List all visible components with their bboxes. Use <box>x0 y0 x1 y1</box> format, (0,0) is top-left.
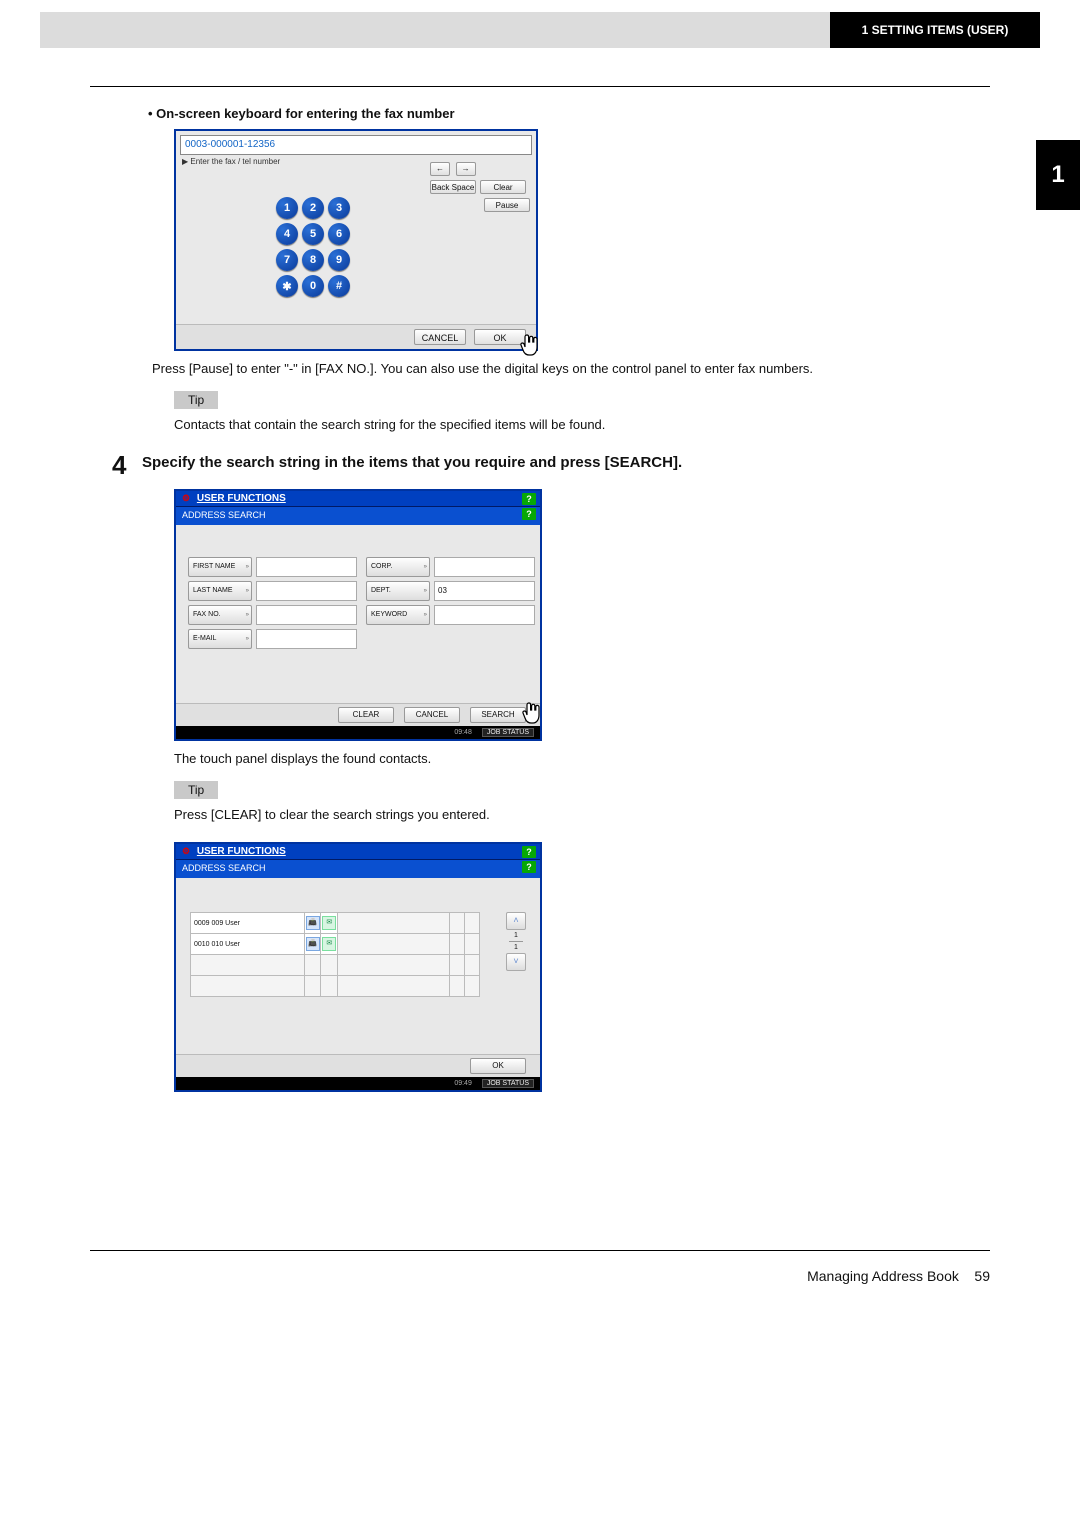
backspace-button[interactable]: Back Space <box>430 180 476 194</box>
key-7[interactable]: 7 <box>276 249 298 271</box>
table-row[interactable]: 0009 009 User 📠 ✉ <box>191 913 480 934</box>
key-0[interactable]: 0 <box>302 275 324 297</box>
first-name-input[interactable] <box>256 557 357 577</box>
last-name-input[interactable] <box>256 581 357 601</box>
address-results-panel: ⚙ USER FUNCTIONS ? ADDRESS SEARCH ? 0009… <box>174 842 542 1092</box>
mail-icon[interactable]: ✉ <box>322 937 336 951</box>
row-name: 010 User <box>212 941 240 948</box>
job-status-button[interactable]: JOB STATUS <box>482 1079 534 1088</box>
help-icon-inner[interactable]: ? <box>522 508 536 520</box>
tab-address-search: ADDRESS SEARCH <box>182 863 266 873</box>
header-chapter: 1 SETTING ITEMS (USER) <box>830 12 1040 48</box>
dept-field[interactable]: DEPT.» <box>366 581 430 601</box>
results-tabbar: ADDRESS SEARCH ? <box>176 860 540 878</box>
key-star[interactable]: ✱ <box>276 275 298 297</box>
keypad-cancel-button[interactable]: CANCEL <box>414 329 466 345</box>
search-clear-button[interactable]: CLEAR <box>338 707 394 723</box>
key-3[interactable]: 3 <box>328 197 350 219</box>
key-6[interactable]: 6 <box>328 223 350 245</box>
bullet-heading-keyboard: • On-screen keyboard for entering the fa… <box>148 106 990 121</box>
instruction-text: Enter the fax / tel number <box>190 157 280 166</box>
results-table: 0009 009 User 📠 ✉ 0010 010 User 📠 ✉ <box>190 912 480 997</box>
fax-number-display: 0003-000001-12356 <box>180 135 532 155</box>
fax-icon[interactable]: 📠 <box>306 916 320 930</box>
help-icon[interactable]: ? <box>522 493 536 505</box>
keypad-ok-button[interactable]: OK <box>474 329 526 345</box>
first-name-field[interactable]: FIRST NAME» <box>188 557 252 577</box>
page-current: 1 <box>514 932 518 939</box>
tip-text-1: Contacts that contain the search string … <box>174 415 990 435</box>
tip-text-2: Press [CLEAR] to clear the search string… <box>174 805 990 825</box>
triangle-icon: ▶ <box>182 157 188 166</box>
key-5[interactable]: 5 <box>302 223 324 245</box>
key-1[interactable]: 1 <box>276 197 298 219</box>
cursor-left-button[interactable]: ← <box>430 162 450 176</box>
table-row <box>191 976 480 997</box>
search-cancel-button[interactable]: CANCEL <box>404 707 460 723</box>
fax-icon[interactable]: 📠 <box>306 937 320 951</box>
found-contacts-text: The touch panel displays the found conta… <box>174 749 990 769</box>
key-9[interactable]: 9 <box>328 249 350 271</box>
email-input[interactable] <box>256 629 357 649</box>
results-title: USER FUNCTIONS <box>197 846 286 857</box>
tip-label-1: Tip <box>174 391 218 409</box>
table-row <box>191 955 480 976</box>
key-4[interactable]: 4 <box>276 223 298 245</box>
key-hash[interactable]: # <box>328 275 350 297</box>
pause-button[interactable]: Pause <box>484 198 530 212</box>
cursor-right-button[interactable]: → <box>456 162 476 176</box>
footer-text: Managing Address Book <box>807 1268 959 1284</box>
gear-icon: ⚙ <box>182 493 190 503</box>
side-chapter-tab: 1 <box>1036 140 1080 210</box>
numeric-keypad: 1 2 3 4 5 6 7 8 9 ✱ 0 # <box>276 197 352 299</box>
fax-number-keypad-panel: 0003-000001-12356 ▶ Enter the fax / tel … <box>174 129 538 351</box>
fax-no-input[interactable] <box>256 605 357 625</box>
results-titlebar: ⚙ USER FUNCTIONS ? <box>176 844 540 860</box>
row-id: 0010 <box>194 941 210 948</box>
address-search-panel: ⚙ USER FUNCTIONS ? ADDRESS SEARCH ? FIRS… <box>174 489 542 741</box>
page-total: 1 <box>514 944 518 951</box>
tab-address-search: ADDRESS SEARCH <box>182 510 266 520</box>
keyword-input[interactable] <box>434 605 535 625</box>
tip-label-2: Tip <box>174 781 218 799</box>
footer-page: 59 <box>974 1268 990 1284</box>
step-number-4: 4 <box>112 450 142 481</box>
footer: Managing Address Book 59 <box>90 1268 990 1284</box>
panel-tabbar: ADDRESS SEARCH ? <box>176 507 540 525</box>
top-rule <box>90 86 990 87</box>
corp-field[interactable]: CORP.» <box>366 557 430 577</box>
gear-icon: ⚙ <box>182 846 190 856</box>
help-icon[interactable]: ? <box>522 846 536 858</box>
last-name-field[interactable]: LAST NAME» <box>188 581 252 601</box>
results-ok-button[interactable]: OK <box>470 1058 526 1074</box>
row-id: 0009 <box>194 920 210 927</box>
table-row[interactable]: 0010 010 User 📠 ✉ <box>191 934 480 955</box>
search-button[interactable]: SEARCH <box>470 707 526 723</box>
bottom-rule <box>90 1250 990 1251</box>
keyword-field[interactable]: KEYWORD» <box>366 605 430 625</box>
fax-no-field[interactable]: FAX NO.» <box>188 605 252 625</box>
job-status-button[interactable]: JOB STATUS <box>482 728 534 737</box>
scroll-up-button[interactable]: ˄ <box>506 912 526 930</box>
corp-input[interactable] <box>434 557 535 577</box>
key-8[interactable]: 8 <box>302 249 324 271</box>
row-name: 009 User <box>212 920 240 927</box>
clear-button[interactable]: Clear <box>480 180 526 194</box>
mail-icon[interactable]: ✉ <box>322 916 336 930</box>
dept-input[interactable]: 03 <box>434 581 535 601</box>
key-2[interactable]: 2 <box>302 197 324 219</box>
press-pause-note: Press [Pause] to enter "-" in [FAX NO.].… <box>152 359 990 379</box>
email-field[interactable]: E-MAIL» <box>188 629 252 649</box>
panel-title: USER FUNCTIONS <box>197 493 286 504</box>
step-4-heading: Specify the search string in the items t… <box>142 450 682 471</box>
time-label: 09:48 <box>454 729 472 736</box>
time-label: 09:49 <box>454 1080 472 1087</box>
scroll-down-button[interactable]: ˅ <box>506 953 526 971</box>
panel-titlebar: ⚙ USER FUNCTIONS ? <box>176 491 540 507</box>
help-icon-inner[interactable]: ? <box>522 861 536 873</box>
